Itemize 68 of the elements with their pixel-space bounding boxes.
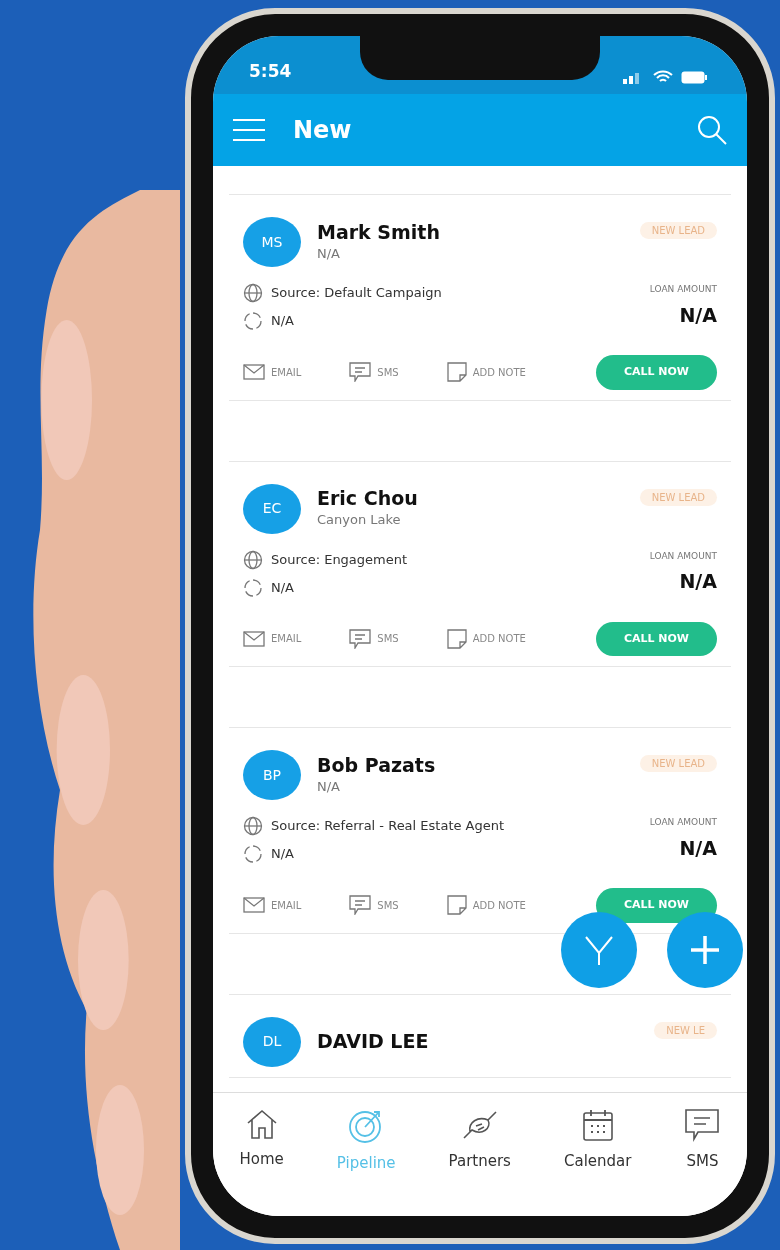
- nav-tab[interactable]: Pipeline: [330, 1107, 402, 1216]
- lead-location-value: N/A: [271, 845, 294, 864]
- email-button[interactable]: EMAIL: [243, 364, 302, 381]
- add-note-button[interactable]: ADD NOTE: [446, 628, 526, 649]
- envelope-icon: [243, 364, 265, 381]
- lead-location: N/A: [317, 244, 341, 263]
- globe-icon: [243, 816, 263, 836]
- avatar-initials: MS: [243, 217, 301, 267]
- loan-amount-value: N/A: [679, 302, 717, 328]
- loan-amount-label: LOAN AMOUNT: [649, 283, 717, 296]
- status-badge: NEW LEAD: [639, 488, 717, 506]
- note-icon: [446, 895, 467, 916]
- globe-icon: [243, 283, 263, 303]
- crosshair-icon: [243, 844, 263, 864]
- call-now-button[interactable]: CALL NOW: [595, 888, 717, 923]
- status-badge: NEW LE: [654, 1021, 717, 1039]
- email-button[interactable]: EMAIL: [243, 897, 302, 914]
- chat-icon: [349, 362, 372, 383]
- lead-location: N/A: [317, 777, 341, 796]
- screen-title: New: [293, 115, 353, 146]
- add-note-button[interactable]: ADD NOTE: [446, 362, 526, 383]
- envelope-icon: [243, 897, 265, 914]
- lead-source: Source: Default Campaign: [271, 284, 442, 303]
- search-icon[interactable]: [697, 115, 727, 145]
- avatar-initials: DL: [243, 1016, 301, 1067]
- loan-amount-label: LOAN AMOUNT: [649, 816, 717, 829]
- status-time: 5:54: [249, 59, 292, 83]
- menu-icon[interactable]: [233, 118, 265, 142]
- battery-icon: [681, 71, 707, 84]
- lead-location-value: N/A: [271, 578, 294, 597]
- lead-name: Eric Chou: [317, 487, 419, 511]
- sms-button[interactable]: SMS: [349, 628, 399, 649]
- chat-icon: [349, 895, 372, 916]
- crosshair-icon: [243, 311, 263, 331]
- lead-location-value: N/A: [271, 312, 294, 331]
- calendar-icon: [580, 1108, 615, 1142]
- wifi-icon: [653, 70, 673, 84]
- loan-amount-label: LOAN AMOUNT: [649, 549, 717, 563]
- chat-icon: [349, 628, 372, 649]
- avatar-initials: BP: [243, 750, 301, 800]
- lead-source: Source: Engagement: [271, 550, 408, 569]
- lead-name: Mark Smith: [317, 220, 441, 244]
- status-badge: NEW LEAD: [639, 755, 717, 772]
- nav-tab[interactable]: Home: [233, 1107, 290, 1216]
- email-button[interactable]: EMAIL: [243, 630, 302, 647]
- note-icon: [446, 362, 467, 383]
- nav-tab[interactable]: Calendar: [557, 1107, 638, 1216]
- lead-location: Canyon Lake: [317, 511, 402, 530]
- plus-icon: [688, 933, 722, 967]
- crosshair-icon: [243, 577, 263, 598]
- lead-name: DAVID LEE: [317, 1030, 430, 1053]
- lead-name: Bob Pazats: [317, 753, 437, 777]
- status-badge: NEW LEAD: [639, 222, 717, 239]
- chat-icon: [684, 1108, 721, 1142]
- call-now-button[interactable]: CALL NOW: [595, 355, 717, 390]
- loan-amount-value: N/A: [679, 835, 717, 861]
- add-note-button[interactable]: ADD NOTE: [446, 895, 526, 916]
- envelope-icon: [243, 630, 265, 647]
- sms-button[interactable]: SMS: [349, 895, 399, 916]
- globe-icon: [243, 549, 263, 570]
- avatar-initials: EC: [243, 483, 301, 534]
- loan-amount-value: N/A: [679, 569, 717, 594]
- note-icon: [446, 628, 467, 649]
- sms-button[interactable]: SMS: [349, 362, 399, 383]
- lead-source: Source: Referral - Real Estate Agent: [271, 817, 505, 836]
- call-now-button[interactable]: CALL NOW: [595, 621, 717, 656]
- nav-tab[interactable]: Partners: [442, 1107, 517, 1216]
- nav-tab[interactable]: SMS: [678, 1107, 727, 1216]
